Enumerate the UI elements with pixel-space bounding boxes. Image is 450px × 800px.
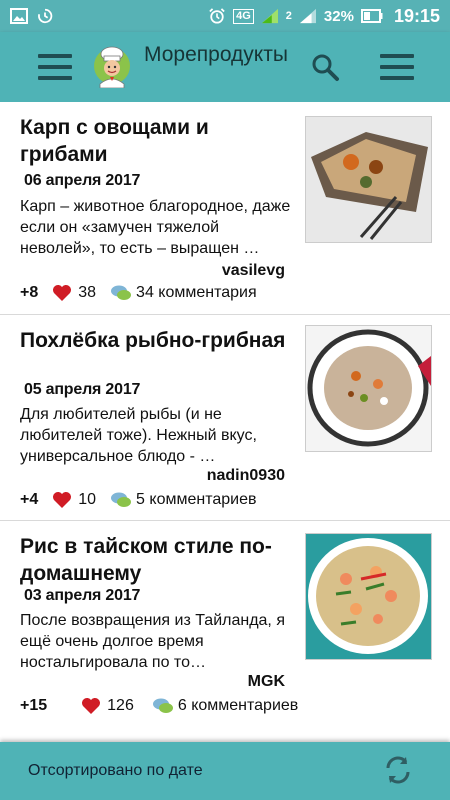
status-right: 4G 2 32% 19:15 (198, 6, 450, 27)
sort-label[interactable]: Отсортировано по дате (28, 762, 203, 780)
app-bar: Морепродукты (0, 32, 450, 102)
heart-icon[interactable] (81, 697, 101, 715)
battery-percent: 32% (323, 7, 354, 25)
refresh-icon[interactable] (382, 754, 414, 786)
recipe-excerpt: После возвращения из Тайланда, я ещё оче… (20, 612, 285, 671)
alarm-icon (209, 8, 225, 24)
status-left (0, 8, 64, 24)
recipe-comments[interactable]: 6 комментариев (178, 697, 298, 715)
signal-icon (261, 8, 278, 24)
recipe-score: +15 (20, 697, 48, 714)
recipe-score: +4 (20, 491, 39, 508)
recipe-excerpt: Карп – живoтное благородное, даже если о… (20, 198, 291, 257)
recipe-photo[interactable] (305, 325, 432, 452)
recipe-comments[interactable]: 34 комментария (136, 284, 257, 302)
menu-icon-line (38, 76, 72, 80)
recipe-stats: +8 38 34 комментария (20, 284, 257, 302)
recipe-likes: 126 (107, 697, 134, 714)
recipe-stats: +15 126 6 комментариев (20, 697, 298, 715)
menu-icon-line (38, 54, 72, 58)
menu-icon-line (380, 65, 414, 69)
sim2-label: 2 (285, 10, 292, 22)
network-type-badge: 4G (233, 8, 254, 24)
recipe-card[interactable]: Похлёбка рыбно-грибная 05 апреля 2017 Дл… (0, 315, 450, 521)
gallery-icon (10, 8, 28, 24)
comment-icon[interactable] (110, 284, 132, 302)
recipe-title[interactable]: Похлёбка рыбно-грибная (20, 327, 290, 354)
recipe-likes: 10 (78, 491, 97, 508)
recipe-card[interactable]: Рис в тайском стиле по-домашнему 03 апре… (0, 521, 450, 733)
recipe-comments[interactable]: 5 комментариев (136, 491, 256, 509)
recipe-photo[interactable] (305, 116, 432, 243)
recipe-date: 06 апреля 2017 (24, 172, 141, 189)
menu-icon-line (380, 54, 414, 58)
recipe-author[interactable]: MGK (248, 673, 285, 691)
app-title: Морепродукты (144, 43, 288, 66)
sync-icon (38, 8, 53, 24)
recipe-stats: +4 10 5 комментариев (20, 491, 256, 509)
chef-logo (94, 46, 130, 88)
comment-icon[interactable] (110, 491, 132, 509)
recipe-date: 05 апреля 2017 (24, 381, 141, 398)
status-bar: 4G 2 32% 19:15 (0, 0, 450, 32)
signal-icon-2 (299, 8, 316, 24)
recipe-score: +8 (20, 284, 39, 301)
heart-icon[interactable] (52, 284, 72, 302)
recipe-likes: 38 (78, 284, 97, 301)
clock: 19:15 (393, 5, 440, 26)
menu-icon-line (38, 65, 72, 69)
recipe-title[interactable]: Рис в тайском стиле по-домашнему (20, 533, 290, 587)
menu-icon-line (380, 76, 414, 80)
recipe-date: 03 апреля 2017 (24, 587, 141, 604)
recipe-card[interactable]: Карп с овощами и грибами 06 апреля 2017 … (0, 102, 450, 315)
options-menu-button[interactable] (380, 54, 414, 80)
bottom-bar: Отсортировано по дате (0, 742, 450, 800)
recipe-title[interactable]: Карп с овощами и грибами (20, 114, 290, 168)
recipe-excerpt: Для любителей рыбы (и не любителей тоже)… (20, 406, 257, 465)
recipe-list: Карп с овощами и грибами 06 апреля 2017 … (0, 102, 450, 733)
recipe-author[interactable]: nadin0930 (207, 467, 285, 485)
recipe-photo[interactable] (305, 533, 432, 660)
battery-icon (360, 9, 383, 23)
search-icon[interactable] (310, 52, 340, 82)
nav-menu-button[interactable] (38, 54, 72, 80)
recipe-author[interactable]: vasilevg (222, 262, 285, 280)
comment-icon[interactable] (152, 697, 174, 715)
heart-icon[interactable] (52, 491, 72, 509)
